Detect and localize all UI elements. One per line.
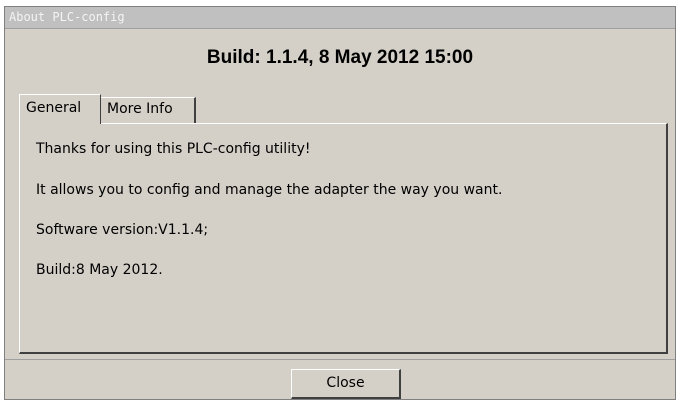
description-text: It allows you to config and manage the a… [36, 182, 503, 198]
close-button[interactable]: Close [291, 369, 401, 399]
build-date-text: Build:8 May 2012. [36, 262, 163, 278]
tab-more-info-label: More Info [107, 101, 173, 117]
title-bar[interactable]: About PLC-config [5, 7, 675, 29]
software-version-text: Software version:V1.1.4; [36, 222, 209, 238]
tab-more-info[interactable]: More Info [101, 97, 196, 123]
general-tab-panel: Thanks for using this PLC-config utility… [19, 123, 668, 354]
tab-general-label: General [26, 100, 82, 116]
thanks-text: Thanks for using this PLC-config utility… [36, 141, 311, 157]
tab-general[interactable]: General [19, 94, 101, 124]
about-dialog: About PLC-config Build: 1.1.4, 8 May 201… [4, 6, 676, 400]
footer-divider [5, 359, 675, 360]
build-info-heading: Build: 1.1.4, 8 May 2012 15:00 [206, 47, 474, 68]
window-title: About PLC-config [9, 10, 125, 24]
